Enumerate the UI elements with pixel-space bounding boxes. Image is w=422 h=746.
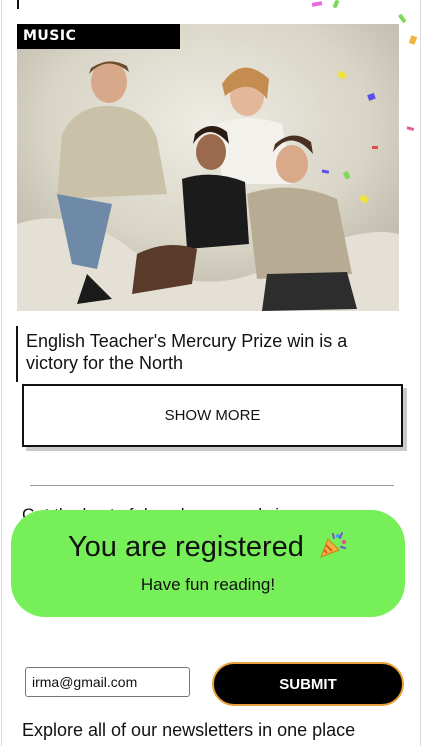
top-tick-mark — [17, 0, 19, 9]
category-tag[interactable]: MUSIC — [17, 24, 180, 49]
explore-newsletters-link[interactable]: Explore all of our newsletters in one pl… — [22, 720, 355, 741]
headline-accent-bar — [16, 326, 18, 382]
email-field[interactable] — [25, 667, 190, 697]
show-more-button[interactable]: SHOW MORE — [22, 384, 403, 447]
article-headline[interactable]: English Teacher's Mercury Prize win is a… — [26, 330, 386, 374]
section-divider — [30, 485, 394, 486]
toast-title-row: You are registered — [11, 530, 405, 568]
registration-success-toast: You are registered Have fun reading! — [11, 510, 405, 617]
party-popper-icon — [318, 530, 348, 568]
confetti-decoration — [311, 0, 418, 204]
toast-subtitle: Have fun reading! — [140, 575, 276, 594]
submit-button[interactable]: SUBMIT — [212, 662, 404, 706]
page-left-border — [1, 0, 2, 746]
toast-title: You are registered — [68, 531, 304, 563]
